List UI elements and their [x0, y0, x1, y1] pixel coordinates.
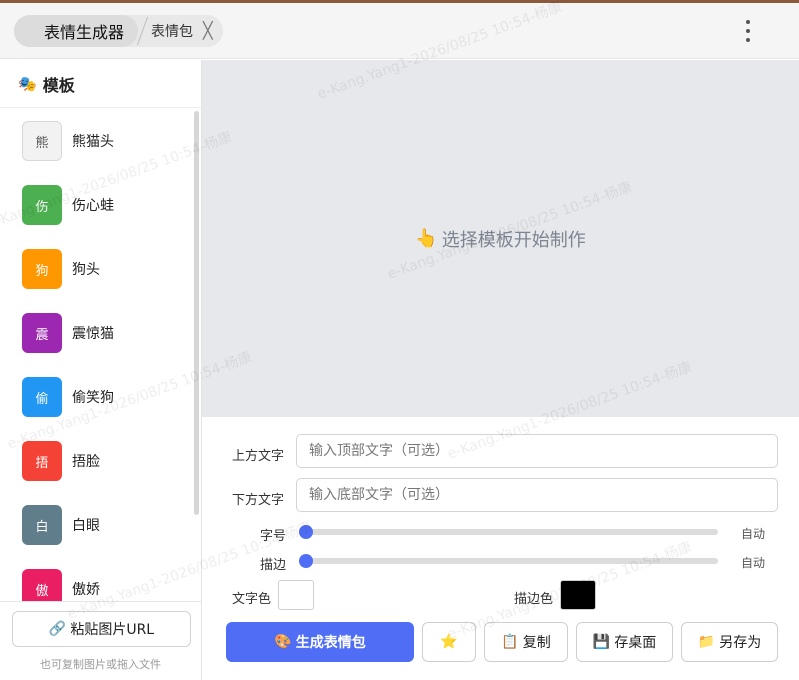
close-icon[interactable]: ╳ [203, 23, 213, 39]
template-item-label: 白眼 [72, 518, 100, 534]
save-desktop-button-label: 存桌面 [614, 635, 657, 651]
template-item[interactable]: 偷偷笑狗 [0, 365, 202, 429]
preview-placeholder: 👆 选择模板开始制作 [415, 226, 585, 252]
template-item-label: 熊猫头 [72, 134, 114, 150]
top-text-input[interactable] [296, 434, 778, 468]
stroke-color-swatch[interactable] [560, 580, 596, 610]
top-text-label: 上方文字 [232, 449, 285, 464]
star-icon: ⭐ [440, 634, 458, 650]
font-size-slider[interactable] [306, 529, 718, 535]
template-list: 熊熊猫头伤伤心蛙狗狗头震震惊猫偷偷笑狗捂捂脸白白眼傲傲娇 [0, 109, 202, 601]
stroke-slider[interactable] [306, 558, 718, 564]
template-item-label: 伤心蛙 [72, 198, 114, 214]
save-as-button[interactable]: 📁 另存为 [681, 622, 778, 662]
font-size-value: 自动 [740, 527, 765, 541]
template-thumbnail: 捂 [22, 441, 62, 481]
template-item[interactable]: 捂捂脸 [0, 429, 202, 493]
template-item[interactable]: 伤伤心蛙 [0, 173, 202, 237]
template-thumbnail: 傲 [22, 569, 62, 601]
favorite-button[interactable]: ⭐ [422, 622, 476, 662]
paste-image-url-button[interactable]: 🔗 粘贴图片URL [12, 611, 191, 647]
template-thumbnail: 狗 [22, 249, 62, 289]
font-size-label: 字号 [260, 529, 287, 544]
font-size-slider-thumb[interactable] [299, 525, 313, 539]
sidebar-title: 模板 [42, 75, 75, 95]
template-thumbnail: 白 [22, 505, 62, 545]
template-thumbnail: 偷 [22, 377, 62, 417]
sidebar-header: 🎭 模板 [0, 60, 201, 108]
clipboard-icon: 📋 [501, 634, 519, 650]
stroke-value: 自动 [740, 556, 765, 570]
more-menu-icon[interactable] [737, 17, 759, 45]
template-item-label: 捂脸 [72, 454, 100, 470]
template-item-label: 傲娇 [72, 582, 100, 598]
template-item[interactable]: 狗狗头 [0, 237, 202, 301]
tab-bar: 表情生成器 表情包 ╳ [0, 3, 799, 59]
folder-icon: 📁 [697, 634, 716, 650]
template-sidebar: 🎭 模板 熊熊猫头伤伤心蛙狗狗头震震惊猫偷偷笑狗捂捂脸白白眼傲傲娇 🔗 粘贴图片… [0, 60, 202, 680]
template-thumbnail: 震 [22, 313, 62, 353]
tab-separator [136, 17, 149, 45]
link-icon: 🔗 [48, 621, 67, 637]
stroke-color-label: 描边色 [514, 592, 554, 607]
template-item-label: 震惊猫 [72, 326, 114, 342]
tab-emoji-generator[interactable]: 表情生成器 [14, 15, 139, 47]
sidebar-scrollbar[interactable] [194, 111, 199, 515]
tab-emoji-pack[interactable]: 表情包 ╳ [151, 21, 213, 41]
template-item[interactable]: 熊熊猫头 [0, 109, 202, 173]
bottom-text-input[interactable] [296, 478, 778, 512]
tab-emoji-pack-label: 表情包 [151, 24, 194, 40]
template-item-label: 偷笑狗 [72, 390, 114, 406]
save-desktop-button[interactable]: 💾 存桌面 [576, 622, 673, 662]
generate-button-label: 生成表情包 [295, 635, 366, 651]
stroke-label: 描边 [260, 558, 287, 573]
template-item[interactable]: 白白眼 [0, 493, 202, 557]
copy-button-label: 复制 [522, 635, 551, 651]
save-as-button-label: 另存为 [719, 635, 762, 651]
tab-emoji-generator-label: 表情生成器 [44, 23, 125, 42]
text-color-label: 文字色 [232, 592, 272, 607]
preview-area[interactable]: 👆 选择模板开始制作 [202, 60, 799, 417]
stroke-slider-thumb[interactable] [299, 554, 313, 568]
preview-placeholder-text: 选择模板开始制作 [441, 229, 586, 251]
template-thumbnail: 熊 [22, 121, 62, 161]
palette-icon: 🎨 [274, 634, 292, 650]
floppy-disk-icon: 💾 [592, 634, 611, 650]
paste-image-url-label: 粘贴图片URL [70, 622, 155, 638]
paste-hint: 也可复制图片或拖入文件 [40, 658, 161, 671]
copy-button[interactable]: 📋 复制 [484, 622, 568, 662]
template-item[interactable]: 傲傲娇 [0, 557, 202, 601]
text-color-swatch[interactable] [278, 580, 314, 610]
sidebar-footer: 🔗 粘贴图片URL 也可复制图片或拖入文件 [0, 601, 201, 680]
template-item-label: 狗头 [72, 262, 100, 278]
theater-masks-icon: 🎭 [18, 74, 37, 93]
template-thumbnail: 伤 [22, 185, 62, 225]
editor-controls: 上方文字 下方文字 字号 自动 描边 自动 文字色 描边色 🎨 生成表情包 ⭐ … [202, 417, 799, 680]
generate-button[interactable]: 🎨 生成表情包 [226, 622, 414, 662]
bottom-text-label: 下方文字 [232, 493, 285, 508]
tab-group: 表情生成器 表情包 ╳ [14, 15, 223, 47]
pointing-hand-icon: 👆 [415, 228, 438, 249]
template-item[interactable]: 震震惊猫 [0, 301, 202, 365]
